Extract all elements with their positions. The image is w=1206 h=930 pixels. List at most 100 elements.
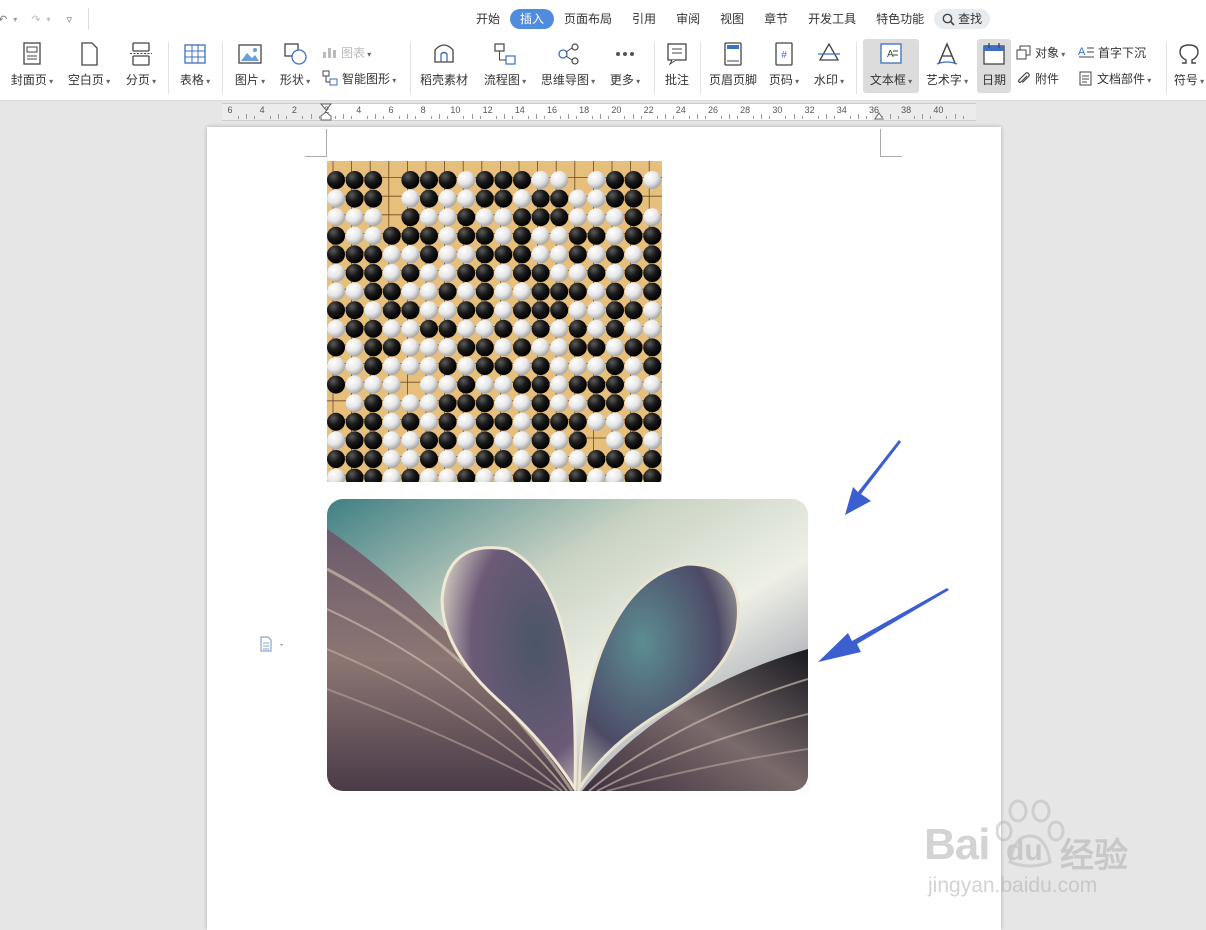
chart-label: 图表 bbox=[341, 44, 371, 61]
black-stone bbox=[475, 338, 494, 357]
white-stone bbox=[550, 264, 569, 282]
smart-art-button[interactable]: 智能图形 bbox=[322, 68, 396, 88]
page-number-button[interactable]: # 页码 bbox=[766, 38, 802, 96]
white-stone bbox=[606, 208, 624, 227]
white-stone bbox=[345, 282, 364, 301]
tab-view[interactable]: 视图 bbox=[710, 9, 754, 29]
white-stone bbox=[401, 189, 420, 208]
white-stone bbox=[475, 208, 494, 227]
tab-page-layout[interactable]: 页面布局 bbox=[554, 9, 622, 29]
doc-parts-button[interactable]: 文档部件 bbox=[1078, 68, 1151, 88]
undo-icon[interactable]: ↶ bbox=[0, 13, 7, 26]
date-button[interactable]: 日期 bbox=[977, 38, 1011, 96]
symbol-button[interactable]: 符号 bbox=[1172, 38, 1206, 96]
horizontal-ruler[interactable]: 6 4 2 2 4 6 8 10 12 14 16 18 20 22 24 26 28 30 32 34 36 38 40 bbox=[222, 103, 976, 121]
page-break-button[interactable]: 分页 bbox=[122, 38, 160, 96]
white-stone bbox=[457, 319, 476, 338]
watermark-brand: Bai bbox=[924, 820, 990, 869]
cover-page-button[interactable]: 封面页 bbox=[8, 38, 56, 96]
white-stone bbox=[382, 357, 401, 375]
black-stone bbox=[568, 431, 587, 450]
black-stone bbox=[587, 394, 606, 413]
white-stone bbox=[420, 208, 438, 227]
tab-section[interactable]: 章节 bbox=[754, 9, 798, 29]
doc-parts-icon bbox=[1079, 71, 1092, 85]
white-stone bbox=[550, 450, 569, 468]
black-stone bbox=[606, 245, 624, 264]
white-stone bbox=[531, 226, 550, 245]
word-art-button[interactable]: 艺术字 bbox=[924, 38, 970, 96]
docer-material-button[interactable]: 稻壳素材 bbox=[418, 38, 470, 96]
watermark-button[interactable]: 水印 bbox=[810, 38, 848, 96]
black-stone bbox=[382, 282, 401, 301]
tab-developer[interactable]: 开发工具 bbox=[798, 9, 866, 29]
customize-toolbar-icon[interactable]: ▿ bbox=[66, 13, 72, 26]
white-stone bbox=[364, 375, 383, 394]
black-stone bbox=[587, 226, 606, 245]
black-stone bbox=[420, 189, 438, 208]
ruler-tick bbox=[560, 116, 562, 119]
blank-page-button[interactable]: 空白页 bbox=[64, 38, 114, 96]
black-stone bbox=[624, 301, 643, 320]
ruler-number: 2 bbox=[324, 105, 330, 115]
ruler-tick bbox=[849, 116, 851, 119]
white-stone bbox=[494, 226, 513, 245]
go-board-image[interactable] bbox=[327, 161, 662, 482]
drop-cap-button[interactable]: A 首字下沉 bbox=[1078, 42, 1146, 62]
white-stone bbox=[624, 282, 643, 301]
white-stone bbox=[550, 171, 569, 189]
paragraph-layout-icon[interactable] bbox=[259, 636, 289, 652]
search-button[interactable]: 查找 bbox=[934, 9, 991, 29]
ruler-tick bbox=[930, 116, 932, 119]
ruler-tick bbox=[656, 116, 658, 119]
white-stone bbox=[345, 208, 364, 227]
margin-corner-top-left bbox=[305, 129, 327, 157]
white-stone bbox=[624, 394, 643, 413]
tab-special-features[interactable]: 特色功能 bbox=[866, 9, 934, 29]
white-stone bbox=[420, 264, 438, 282]
tab-review[interactable]: 审阅 bbox=[666, 9, 710, 29]
header-footer-button[interactable]: 页眉页脚 bbox=[706, 38, 760, 96]
black-stone bbox=[606, 189, 624, 208]
white-stone bbox=[606, 264, 624, 282]
more-button[interactable]: 更多 bbox=[606, 38, 644, 96]
heart-book-image[interactable] bbox=[327, 499, 808, 791]
picture-button[interactable]: 图片 bbox=[230, 38, 270, 96]
comment-button[interactable]: 批注 bbox=[660, 38, 694, 96]
smart-art-label: 智能图形 bbox=[342, 70, 396, 87]
black-stone bbox=[475, 412, 494, 431]
black-stone bbox=[420, 226, 438, 245]
redo-icon[interactable]: ↷ bbox=[31, 13, 40, 26]
svg-text:A: A bbox=[1078, 46, 1086, 58]
black-stone bbox=[624, 264, 643, 282]
watermark-cn: 经验 bbox=[1060, 837, 1128, 875]
white-stone bbox=[438, 245, 457, 264]
black-stone bbox=[438, 319, 457, 338]
drop-cap-icon: A bbox=[1078, 46, 1094, 58]
shapes-button[interactable]: 形状 bbox=[276, 38, 314, 96]
attachment-button[interactable]: 附件 bbox=[1016, 68, 1059, 88]
mind-map-button[interactable]: 思维导图 bbox=[538, 38, 598, 96]
white-stone bbox=[494, 338, 513, 357]
flowchart-label: 流程图 bbox=[480, 71, 530, 88]
ruler-tick bbox=[399, 116, 401, 119]
ruler-number: 6 bbox=[227, 105, 233, 115]
undo-dropdown-icon[interactable]: ▾ bbox=[13, 15, 17, 24]
ruler-tick bbox=[310, 114, 312, 119]
tab-home[interactable]: 开始 bbox=[466, 9, 510, 29]
table-button[interactable]: 表格 bbox=[176, 38, 214, 96]
tab-insert[interactable]: 插入 bbox=[510, 9, 555, 29]
white-stone bbox=[457, 189, 476, 208]
object-button[interactable]: 对象 bbox=[1016, 42, 1065, 62]
text-box-button[interactable]: A 文本框 bbox=[863, 38, 919, 96]
ruler-number: 18 bbox=[579, 105, 590, 115]
black-stone bbox=[550, 301, 569, 320]
tab-references[interactable]: 引用 bbox=[622, 9, 666, 29]
chart-button[interactable]: 图表 bbox=[322, 42, 371, 62]
redo-dropdown-icon[interactable]: ▾ bbox=[46, 15, 50, 24]
white-stone bbox=[327, 319, 345, 338]
black-stone bbox=[345, 245, 364, 264]
ruler-tick bbox=[479, 116, 481, 119]
docer-material-icon bbox=[434, 44, 454, 63]
flowchart-button[interactable]: 流程图 bbox=[480, 38, 530, 96]
